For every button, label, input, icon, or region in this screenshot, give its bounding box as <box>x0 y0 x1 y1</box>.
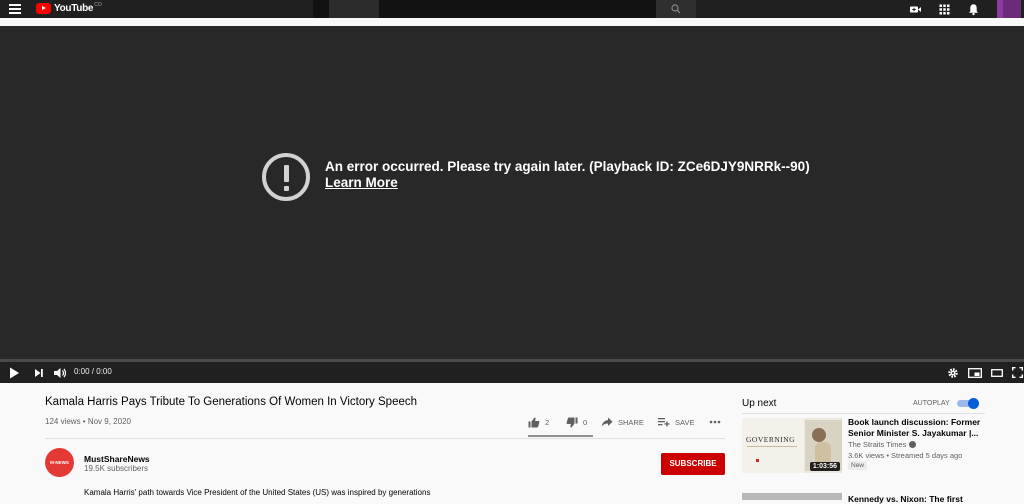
search-input-fill <box>329 0 379 18</box>
related-video-meta: 3.6K views • Streamed 5 days ago <box>848 451 963 460</box>
error-message: An error occurred. Please try again late… <box>325 159 810 174</box>
like-ratio-bar <box>528 435 593 437</box>
next-icon[interactable] <box>34 368 44 378</box>
book-cover: GOVERNING <box>742 418 804 473</box>
create-video-icon[interactable] <box>909 3 922 16</box>
thumbs-up-icon <box>528 417 540 428</box>
learn-more-link[interactable]: Learn More <box>325 175 398 190</box>
share-button[interactable]: SHARE <box>601 417 644 427</box>
up-next-heading: Up next <box>742 398 777 409</box>
thumbnail-text: GOVERNING <box>746 435 796 444</box>
thumbs-down-icon <box>566 417 578 428</box>
fullscreen-icon[interactable] <box>1012 367 1023 378</box>
related-channel-name: The Straits Times <box>848 440 907 449</box>
more-actions-button[interactable] <box>709 420 726 424</box>
channel-avatar[interactable]: M-NEWS <box>45 448 74 477</box>
autoplay-label: AUTOPLAY <box>913 400 950 407</box>
related-video-thumbnail[interactable] <box>742 493 842 500</box>
dislike-button[interactable]: 0 <box>566 417 587 428</box>
subscribe-button[interactable]: SUBSCRIBE <box>661 453 725 475</box>
divider <box>742 413 985 414</box>
channel-name[interactable]: MustShareNews <box>84 454 150 464</box>
new-badge: New <box>848 461 868 470</box>
video-duration: 1:03:56 <box>809 462 840 471</box>
search-icon <box>671 4 681 14</box>
toggle-knob <box>968 398 979 409</box>
video-title: Kamala Harris Pays Tribute To Generation… <box>45 396 418 408</box>
book-logo <box>756 459 759 462</box>
like-count: 2 <box>545 418 550 427</box>
video-player[interactable]: An error occurred. Please try again late… <box>0 26 1024 383</box>
share-arrow-icon <box>601 417 613 427</box>
theater-mode-icon[interactable] <box>991 369 1003 377</box>
related-video-thumbnail[interactable]: GOVERNING 1:03:56 <box>742 418 842 473</box>
volume-icon[interactable] <box>53 367 67 379</box>
book-rule <box>747 446 797 447</box>
related-video-title[interactable]: Book launch discussion: Former Senior Mi… <box>848 417 983 439</box>
verified-check-icon <box>909 441 917 448</box>
more-horiz-icon <box>709 420 721 424</box>
search-input[interactable] <box>313 0 656 18</box>
save-button[interactable]: SAVE <box>658 417 694 427</box>
save-label: SAVE <box>675 417 695 427</box>
error-icon <box>262 153 310 201</box>
youtube-play-icon <box>36 3 51 14</box>
logo-text: YouTube <box>54 3 94 14</box>
related-video-channel[interactable]: The Straits Times <box>848 440 917 449</box>
menu-icon[interactable] <box>9 4 21 14</box>
miniplayer-icon[interactable] <box>968 368 982 378</box>
avatar[interactable] <box>997 0 1021 18</box>
play-icon[interactable] <box>9 367 20 379</box>
video-description: Kamala Harris' path towards Vice Preside… <box>84 488 431 497</box>
youtube-logo[interactable]: YouTube CO <box>36 1 102 14</box>
video-meta: 124 views • Nov 9, 2020 <box>45 417 131 426</box>
notifications-bell-icon[interactable] <box>967 3 980 16</box>
subscriber-count: 19.5K subscribers <box>84 464 149 473</box>
playlist-add-icon <box>658 418 670 427</box>
logo-country: CO <box>94 1 102 8</box>
top-bar: YouTube CO <box>0 0 1024 18</box>
dislike-count: 0 <box>583 418 588 427</box>
share-label: SHARE <box>618 417 644 427</box>
time-display: 0:00 / 0:00 <box>74 367 112 376</box>
author-photo <box>812 428 826 442</box>
channel-avatar-text: M-NEWS <box>50 460 69 465</box>
like-button[interactable]: 2 <box>528 417 549 428</box>
apps-grid-icon[interactable] <box>938 3 951 16</box>
player-controls: 0:00 / 0:00 <box>0 362 1024 383</box>
related-video-title[interactable]: Kennedy vs. Nixon: The first <box>848 494 963 504</box>
settings-gear-icon[interactable] <box>948 368 958 378</box>
autoplay-toggle[interactable] <box>957 398 979 409</box>
search-button[interactable] <box>656 0 696 18</box>
divider <box>45 438 725 439</box>
